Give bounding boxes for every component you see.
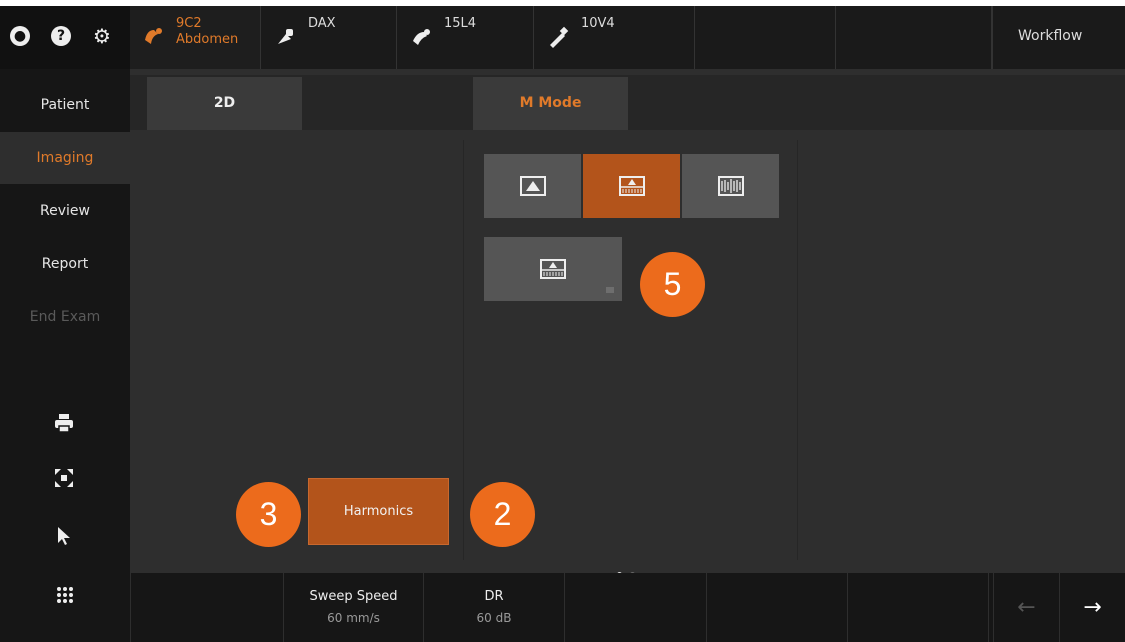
system-icons: ● ? ⚙ — [0, 6, 130, 69]
menu-indicator-icon — [606, 287, 614, 293]
probe-slot-empty — [837, 6, 992, 69]
probe-name: 15L4 — [444, 16, 477, 31]
harmonics-button[interactable]: Harmonics — [308, 478, 449, 545]
sidebar-item-review[interactable]: Review — [0, 185, 130, 237]
sidebar-item-report[interactable]: Report — [0, 238, 130, 290]
layout-tile-secondary[interactable] — [484, 237, 622, 301]
top-bar: ● ? ⚙ 9C2 Abdomen DAX 15L4 10V4 Workflow — [0, 6, 1125, 69]
probe-hockey-icon — [413, 29, 430, 45]
callout-badge: 5 — [640, 252, 705, 317]
probe-pencil-icon — [550, 26, 569, 48]
callout-badge: 2 — [470, 482, 535, 547]
bottom-parameter-bar: Sweep Speed 60 mm/s DR 60 dB ← → — [130, 573, 1125, 642]
split-image-sweep-icon — [618, 176, 645, 196]
probe-dax[interactable]: DAX — [262, 6, 397, 69]
probe-name: 10V4 — [581, 16, 615, 31]
sidebar-item-patient[interactable]: Patient — [0, 79, 130, 131]
print-icon[interactable] — [52, 411, 76, 435]
probe-15l4[interactable]: 15L4 — [398, 6, 534, 69]
left-sidebar: Patient Imaging Review Report End Exam — [0, 69, 130, 579]
probe-linear-icon — [278, 29, 293, 44]
full-image-icon — [519, 176, 546, 196]
probe-9c2[interactable]: 9C2 Abdomen — [130, 6, 261, 69]
sidebar-item-end-exam: End Exam — [29, 309, 101, 325]
param-slot-empty — [564, 573, 706, 642]
param-slot-empty — [847, 573, 988, 642]
user-icon[interactable]: ● — [10, 26, 30, 46]
apps-grid-icon — [57, 587, 73, 603]
param-value: 60 dB — [476, 611, 512, 625]
fullscreen-icon[interactable] — [52, 466, 76, 490]
column-divider — [797, 140, 798, 560]
workflow-label: Workflow — [1018, 28, 1083, 44]
param-slot-empty — [130, 573, 283, 642]
layout-tile-sweep-only[interactable] — [682, 154, 779, 218]
probe-preset: Abdomen — [176, 32, 239, 47]
param-value: 60 mm/s — [327, 611, 380, 625]
next-page-button[interactable]: → — [1059, 573, 1125, 642]
param-slot-empty — [706, 573, 847, 642]
sidebar-item-imaging[interactable]: Imaging — [0, 132, 130, 184]
layout-tile-full-image[interactable] — [484, 154, 581, 218]
param-dr[interactable]: DR 60 dB — [423, 573, 564, 642]
callout-badge: 3 — [236, 482, 301, 547]
param-label: DR — [484, 589, 504, 604]
probe-curved-icon — [145, 28, 162, 44]
probe-slot-empty — [696, 6, 836, 69]
workflow-button[interactable]: Workflow — [992, 6, 1125, 69]
tab-2d[interactable]: 2D — [147, 77, 302, 130]
help-icon[interactable]: ? — [51, 26, 71, 46]
probe-name: DAX — [308, 16, 336, 31]
prev-page-button[interactable]: ← — [993, 573, 1059, 642]
param-label: Sweep Speed — [309, 589, 398, 604]
tab-m-mode[interactable]: M Mode — [473, 77, 628, 130]
layout-tile-split[interactable] — [583, 154, 680, 218]
sweep-only-icon — [717, 176, 744, 196]
param-sweep-speed[interactable]: Sweep Speed 60 mm/s — [283, 573, 423, 642]
probe-name: 9C2 — [176, 16, 202, 31]
apps-grid-button[interactable] — [0, 573, 130, 642]
probe-10v4[interactable]: 10V4 — [535, 6, 695, 69]
settings-icon[interactable]: ⚙ — [92, 26, 112, 46]
split-image-sweep-icon — [540, 259, 566, 279]
pointer-icon[interactable] — [52, 524, 76, 548]
column-divider — [463, 140, 464, 560]
